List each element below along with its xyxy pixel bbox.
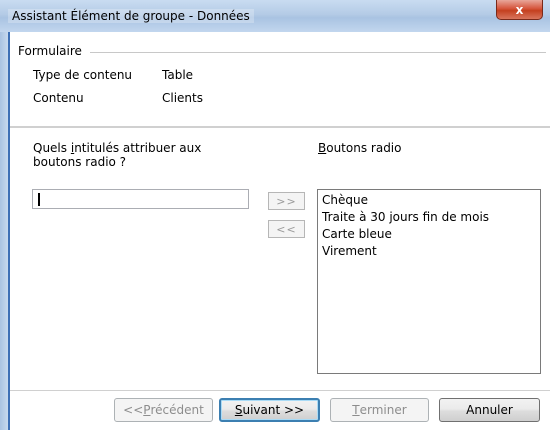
labels-question: Quels intitulés attribuer aux boutons ra… bbox=[33, 141, 202, 169]
form-group-line bbox=[90, 52, 546, 53]
radio-buttons-title: Boutons radio bbox=[318, 141, 402, 155]
left-accent-rule bbox=[8, 32, 10, 430]
radio-buttons-listbox[interactable]: Chèque Traite à 30 jours fin de mois Car… bbox=[317, 189, 541, 374]
close-icon: x bbox=[515, 2, 524, 17]
list-item[interactable]: Traite à 30 jours fin de mois bbox=[322, 209, 536, 226]
content-value: Clients bbox=[162, 91, 203, 105]
content-type-value: Table bbox=[162, 68, 194, 82]
remove-label-button[interactable]: << bbox=[268, 220, 305, 238]
list-item[interactable]: Virement bbox=[322, 243, 536, 260]
content-label: Contenu bbox=[33, 91, 84, 105]
form-group-legend: Formulaire bbox=[18, 44, 82, 58]
section-separator bbox=[10, 126, 550, 129]
next-button[interactable]: Suivant >> bbox=[219, 398, 320, 422]
title-bar: Assistant Élément de groupe - Données x bbox=[0, 0, 550, 33]
cancel-button[interactable]: Annuler bbox=[439, 398, 540, 422]
footer-separator bbox=[10, 390, 550, 391]
previous-button[interactable]: << Précédent bbox=[114, 398, 213, 422]
text-caret bbox=[38, 193, 40, 206]
content-type-label: Type de contenu bbox=[33, 68, 133, 82]
add-label-button[interactable]: >> bbox=[268, 192, 305, 210]
label-input[interactable] bbox=[32, 189, 249, 209]
close-button[interactable]: x bbox=[496, 0, 543, 20]
window-title: Assistant Élément de groupe - Données bbox=[8, 9, 254, 23]
finish-button[interactable]: Terminer bbox=[330, 398, 429, 422]
list-item[interactable]: Chèque bbox=[322, 192, 536, 209]
list-item[interactable]: Carte bleue bbox=[322, 226, 536, 243]
window-frame-left bbox=[0, 32, 8, 430]
